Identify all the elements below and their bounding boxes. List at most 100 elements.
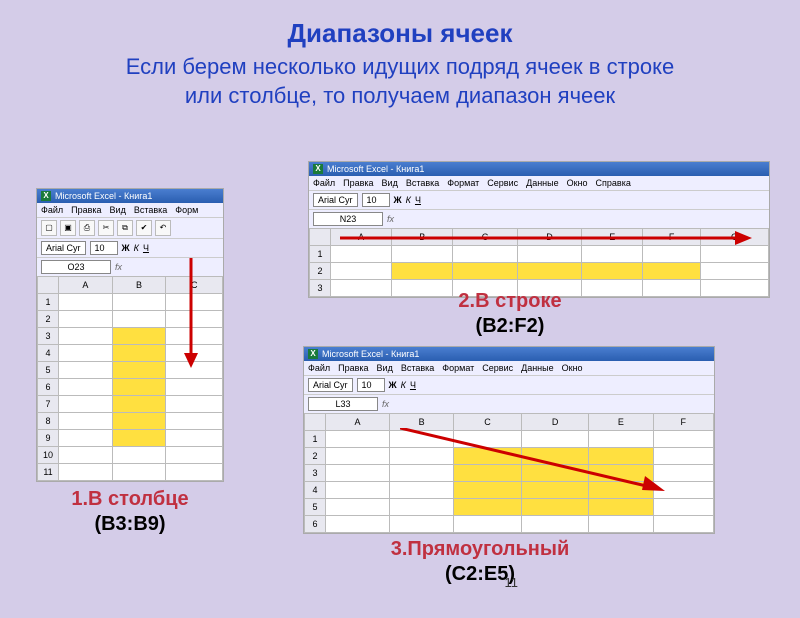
fx-icon[interactable]: fx <box>115 262 122 272</box>
fx-icon[interactable]: fx <box>382 399 389 409</box>
menu-file[interactable]: Файл <box>308 363 330 373</box>
menu-edit[interactable]: Правка <box>338 363 368 373</box>
row-header[interactable]: 6 <box>305 516 326 533</box>
row-header[interactable]: 1 <box>310 246 331 263</box>
italic-btn[interactable]: К <box>134 243 139 253</box>
menu-data[interactable]: Данные <box>526 178 559 188</box>
name-box[interactable]: O23 <box>41 260 111 274</box>
spreadsheet-grid[interactable]: A B C D E F G 1 2 3 <box>309 228 769 297</box>
row-header[interactable]: 4 <box>305 482 326 499</box>
menu-edit[interactable]: Правка <box>71 205 101 215</box>
col-header[interactable]: B <box>112 277 166 294</box>
menu-file[interactable]: Файл <box>313 178 335 188</box>
menu-window[interactable]: Окно <box>567 178 588 188</box>
bold-btn[interactable]: Ж <box>389 380 397 390</box>
underline-btn[interactable]: Ч <box>410 380 416 390</box>
row-header[interactable]: 9 <box>38 430 59 447</box>
menu-help[interactable]: Справка <box>596 178 631 188</box>
menu-tools[interactable]: Сервис <box>487 178 518 188</box>
col-header[interactable]: C <box>166 277 223 294</box>
col-header[interactable]: A <box>59 277 113 294</box>
col-header[interactable]: E <box>582 229 643 246</box>
row-header[interactable]: 2 <box>310 263 331 280</box>
row-header[interactable]: 7 <box>38 396 59 413</box>
menubar: Файл Правка Вид Вставка Форм <box>37 203 223 217</box>
menu-tools[interactable]: Сервис <box>482 363 513 373</box>
menu-insert[interactable]: Вставка <box>406 178 439 188</box>
row-header[interactable]: 3 <box>305 465 326 482</box>
underline-btn[interactable]: Ч <box>415 195 421 205</box>
italic-btn[interactable]: К <box>401 380 406 390</box>
row-header[interactable]: 10 <box>38 447 59 464</box>
row-header[interactable]: 3 <box>310 280 331 297</box>
namebox-row: O23 fx <box>37 257 223 276</box>
bold-btn[interactable]: Ж <box>394 195 402 205</box>
col-header[interactable]: C <box>454 414 522 431</box>
page-number: 11 <box>505 575 519 590</box>
row-header[interactable]: 3 <box>38 328 59 345</box>
tool-btn[interactable]: ✂ <box>98 220 114 236</box>
font-name-box[interactable]: Arial Cyr <box>313 193 358 207</box>
excel-icon: X <box>41 191 51 201</box>
tool-btn[interactable]: ⧉ <box>117 220 133 236</box>
menu-window[interactable]: Окно <box>562 363 583 373</box>
row-header[interactable]: 5 <box>38 362 59 379</box>
fx-icon[interactable]: fx <box>387 214 394 224</box>
font-size-box[interactable]: 10 <box>90 241 118 255</box>
tool-btn[interactable]: ↶ <box>155 220 171 236</box>
menu-format[interactable]: Формат <box>442 363 474 373</box>
tool-btn[interactable]: ⎙ <box>79 220 95 236</box>
excel-pane-column: X Microsoft Excel - Книга1 Файл Правка В… <box>36 188 224 482</box>
menu-insert[interactable]: Вставка <box>401 363 434 373</box>
col-header[interactable]: D <box>517 229 581 246</box>
bold-btn[interactable]: Ж <box>122 243 130 253</box>
menu-format[interactable]: Формат <box>447 178 479 188</box>
tool-btn[interactable]: ✔ <box>136 220 152 236</box>
font-size-box[interactable]: 10 <box>362 193 390 207</box>
row-header[interactable]: 2 <box>38 311 59 328</box>
spreadsheet-grid[interactable]: A B C D E F 1 2 3 4 5 6 <box>304 413 714 533</box>
caption-range: (B3:B9) <box>20 513 240 536</box>
underline-btn[interactable]: Ч <box>143 243 149 253</box>
italic-btn[interactable]: К <box>406 195 411 205</box>
col-header[interactable]: F <box>643 229 701 246</box>
row-header[interactable]: 4 <box>38 345 59 362</box>
row-header[interactable]: 8 <box>38 413 59 430</box>
menu-format[interactable]: Форм <box>175 205 198 215</box>
menu-view[interactable]: Вид <box>110 205 126 215</box>
menu-insert[interactable]: Вставка <box>134 205 167 215</box>
row-header[interactable]: 1 <box>305 431 326 448</box>
font-size-box[interactable]: 10 <box>357 378 385 392</box>
name-box[interactable]: L33 <box>308 397 378 411</box>
font-name-box[interactable]: Arial Cyr <box>308 378 353 392</box>
tool-btn[interactable]: ▣ <box>60 220 76 236</box>
name-box[interactable]: N23 <box>313 212 383 226</box>
font-name-box[interactable]: Arial Cyr <box>41 241 86 255</box>
app-title: Microsoft Excel - Книга1 <box>55 191 152 201</box>
spreadsheet-grid[interactable]: ABC 1 2 3 4 5 6 7 8 9 10 11 <box>37 276 223 481</box>
col-header[interactable]: B <box>390 414 454 431</box>
app-title: Microsoft Excel - Книга1 <box>322 349 419 359</box>
row-header[interactable]: 11 <box>38 464 59 481</box>
menu-edit[interactable]: Правка <box>343 178 373 188</box>
col-header[interactable]: B <box>392 229 453 246</box>
menu-view[interactable]: Вид <box>377 363 393 373</box>
subtitle-line2: или столбце, то получаем диапазон ячеек <box>185 83 615 108</box>
row-header[interactable]: 5 <box>305 499 326 516</box>
col-header[interactable]: G <box>701 229 769 246</box>
tool-btn[interactable]: ▢ <box>41 220 57 236</box>
col-header[interactable]: C <box>453 229 517 246</box>
row-header[interactable]: 6 <box>38 379 59 396</box>
col-header[interactable]: E <box>589 414 653 431</box>
excel-icon: X <box>313 164 323 174</box>
menu-file[interactable]: Файл <box>41 205 63 215</box>
col-header[interactable]: F <box>653 414 714 431</box>
col-header[interactable]: A <box>326 414 390 431</box>
col-header[interactable]: D <box>521 414 589 431</box>
menu-view[interactable]: Вид <box>382 178 398 188</box>
col-header[interactable]: A <box>331 229 392 246</box>
titlebar: X Microsoft Excel - Книга1 <box>37 189 223 203</box>
row-header[interactable]: 1 <box>38 294 59 311</box>
menu-data[interactable]: Данные <box>521 363 554 373</box>
row-header[interactable]: 2 <box>305 448 326 465</box>
